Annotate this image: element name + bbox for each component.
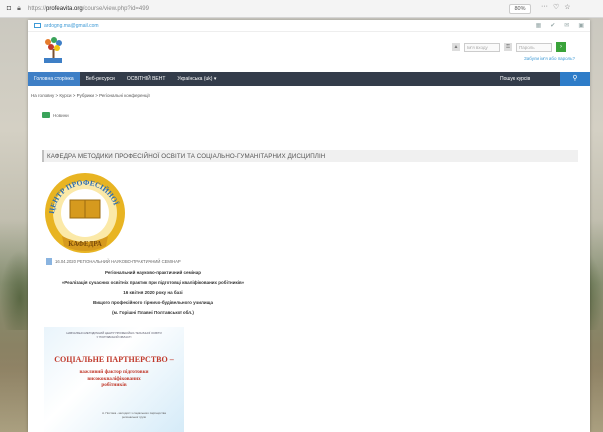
- breadcrumb[interactable]: На головну > Курси > Рубрики > Регіональ…: [28, 86, 590, 104]
- poster-author-line: регіональної групи: [121, 415, 147, 419]
- lock-icon[interactable]: 🔒︎: [14, 4, 24, 14]
- announcement-title: 16.04.2020 РЕГІОНАЛЬНИЙ НАУКОВО-ПРАКТИЧН…: [55, 259, 181, 264]
- poster-header-line: У ПОЛТАВСЬКІЙ ОБЛАСТІ: [96, 335, 132, 339]
- nav-language-dropdown[interactable]: Українська (uk) ▾: [171, 72, 222, 86]
- news-label: Новини: [53, 112, 69, 118]
- poster-header: НАВЧАЛЬНО-МЕТОДИЧНИЙ ЦЕНТР ПРОФЕСІЙНО-ТЕ…: [44, 331, 184, 339]
- login-form: ▲ Ім'я входу ⚿ Пароль ›: [452, 42, 566, 52]
- more-icon[interactable]: ···: [541, 3, 548, 11]
- login-button[interactable]: ›: [556, 42, 566, 52]
- forgot-password-link[interactable]: Забули ім'я або пароль?: [524, 56, 575, 61]
- contact-bar: ardogng.ma@gmail.com ▦ ✔ ✉ ▣: [28, 20, 590, 32]
- address-bar[interactable]: https://profeavita.org/course/view.php?i…: [28, 6, 149, 12]
- twitter-icon[interactable]: ✔: [550, 22, 555, 29]
- emblem-bottom-text: КАФЕДРА: [68, 240, 102, 248]
- announcement-link[interactable]: 16.04.2020 РЕГІОНАЛЬНИЙ НАУКОВО-ПРАКТИЧН…: [46, 258, 181, 265]
- page-container: ardogng.ma@gmail.com ▦ ✔ ✉ ▣ ▲ Ім'я вход…: [28, 20, 590, 432]
- search-icon[interactable]: ⚲: [560, 72, 590, 86]
- site-header: ▲ Ім'я входу ⚿ Пароль › Забули ім'я або …: [28, 32, 590, 72]
- news-forum-link[interactable]: Новини: [28, 108, 590, 122]
- username-input[interactable]: Ім'я входу: [464, 42, 500, 52]
- main-navbar: Головна сторінка Веб-ресурси ОСВІТНІЙ ВЕ…: [28, 72, 590, 86]
- contact-email[interactable]: ardogng.ma@gmail.com: [44, 23, 99, 29]
- site-logo[interactable]: [40, 36, 66, 66]
- nav-home[interactable]: Головна сторінка: [28, 72, 80, 86]
- nav-event[interactable]: ОСВІТНІЙ ВЕНТ: [121, 72, 172, 86]
- seminar-description: Регіональний науково-практичний семінар …: [48, 268, 258, 318]
- user-icon: ▲: [452, 43, 460, 51]
- zoom-indicator[interactable]: 80%: [509, 4, 531, 14]
- email-icon[interactable]: ✉: [564, 22, 569, 29]
- course-search-label[interactable]: Пошук курсів: [500, 72, 530, 86]
- key-icon: ⚿: [504, 43, 512, 51]
- shield-icon[interactable]: ◘: [4, 4, 14, 14]
- forum-icon: [42, 112, 50, 118]
- calendar-icon[interactable]: ▣: [578, 22, 584, 29]
- poster-subtitle: важливий фактор підготовки висококваліфі…: [54, 369, 174, 389]
- poster-author: А. Постика - методист з соціального парт…: [94, 411, 174, 419]
- presentation-poster[interactable]: НАВЧАЛЬНО-МЕТОДИЧНИЙ ЦЕНТР ПРОФЕСІЙНО-ТЕ…: [44, 327, 184, 432]
- password-input[interactable]: Пароль: [516, 42, 552, 52]
- nav-web-resources[interactable]: Веб-ресурси: [80, 72, 121, 86]
- url-scheme: https://: [28, 5, 47, 12]
- page-title: КАФЕДРА МЕТОДИКИ ПРОФЕСІЙНОЇ ОСВІТИ ТА С…: [47, 152, 326, 160]
- mail-icon: [34, 23, 41, 28]
- bookmark-star-icon[interactable]: ☆: [564, 3, 570, 11]
- document-icon: [46, 258, 52, 265]
- browser-toolbar: ◘ 🔒︎ https://profeavita.org/course/view.…: [0, 0, 603, 18]
- body-line: (м. Горішні Плавні Полтавської обл.): [112, 310, 194, 315]
- url-path: /course/view.php?id=499: [82, 5, 149, 12]
- poster-title: СОЦІАЛЬНЕ ПАРТНЕРСТВО –: [54, 355, 174, 364]
- pocket-icon[interactable]: ♡: [553, 3, 559, 11]
- section-title-bar: КАФЕДРА МЕТОДИКИ ПРОФЕСІЙНОЇ ОСВІТИ ТА С…: [42, 150, 578, 162]
- body-line: «Реалізація сучасних освітніх практик пр…: [61, 280, 245, 285]
- body-line: Вищого професійного гірничо-будівельного…: [92, 300, 214, 305]
- poster-subtitle-line: робітників: [101, 382, 127, 388]
- body-line: 16 квітня 2020 року на базі: [123, 290, 183, 295]
- body-line: Регіональний науково-практичний семінар: [104, 270, 202, 275]
- rss-icon[interactable]: ▦: [536, 22, 542, 29]
- url-domain: profeavita.org: [46, 5, 83, 12]
- department-emblem: ЦЕНТР ПРОФЕСІЙНОЇ КАФЕДРА: [45, 173, 125, 253]
